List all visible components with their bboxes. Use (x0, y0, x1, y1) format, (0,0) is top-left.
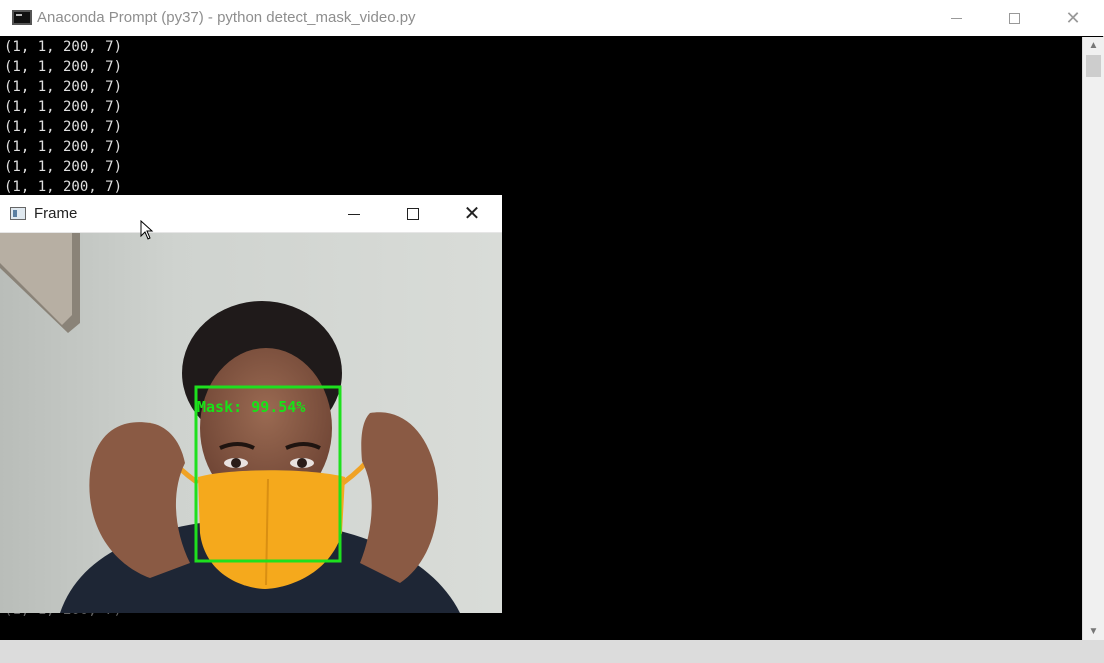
console-line: (1, 1, 200, 7) (4, 79, 123, 95)
scroll-down-arrow-icon[interactable]: ▼ (1083, 623, 1104, 640)
console-scrollbar[interactable]: ▲ ▼ (1082, 37, 1104, 640)
frame-minimize-button[interactable] (325, 195, 383, 233)
detection-label: Mask: 99.54% (197, 398, 306, 416)
minimize-icon (348, 213, 360, 215)
mouse-pointer-icon (140, 220, 154, 240)
console-titlebar[interactable]: Anaconda Prompt (py37) - python detect_m… (0, 0, 1104, 36)
webcam-image (0, 233, 502, 613)
frame-window: Frame ✕ Mask: 99.54% (0, 195, 502, 613)
console-line: (1, 1, 200, 7) (4, 139, 123, 155)
frame-titlebar[interactable]: Frame ✕ (0, 195, 502, 233)
maximize-icon (1008, 12, 1020, 24)
console-line: (1, 1, 200, 7) (4, 119, 123, 135)
console-close-button[interactable]: ✕ (1044, 0, 1102, 36)
frame-close-button[interactable]: ✕ (443, 195, 501, 233)
console-maximize-button[interactable] (985, 0, 1043, 36)
scroll-thumb[interactable] (1086, 55, 1101, 77)
console-line: (1, 1, 200, 7) (4, 59, 123, 75)
maximize-icon (407, 208, 419, 220)
scroll-up-arrow-icon[interactable]: ▲ (1083, 37, 1104, 54)
console-line: (1, 1, 200, 7) (4, 179, 123, 195)
close-icon: ✕ (1065, 7, 1081, 28)
opencv-window-icon (10, 207, 26, 220)
console-line: (1, 1, 200, 7) (4, 99, 123, 115)
console-title: Anaconda Prompt (py37) - python detect_m… (37, 9, 416, 26)
frame-title: Frame (34, 205, 78, 222)
close-icon: ✕ (463, 203, 481, 225)
minimize-icon (950, 17, 962, 19)
console-line: (1, 1, 200, 7) (4, 39, 123, 55)
terminal-icon (12, 10, 32, 25)
video-feed: Mask: 99.54% (0, 233, 502, 613)
frame-maximize-button[interactable] (384, 195, 442, 233)
console-minimize-button[interactable] (927, 0, 985, 36)
console-line: (1, 1, 200, 7) (4, 159, 123, 175)
